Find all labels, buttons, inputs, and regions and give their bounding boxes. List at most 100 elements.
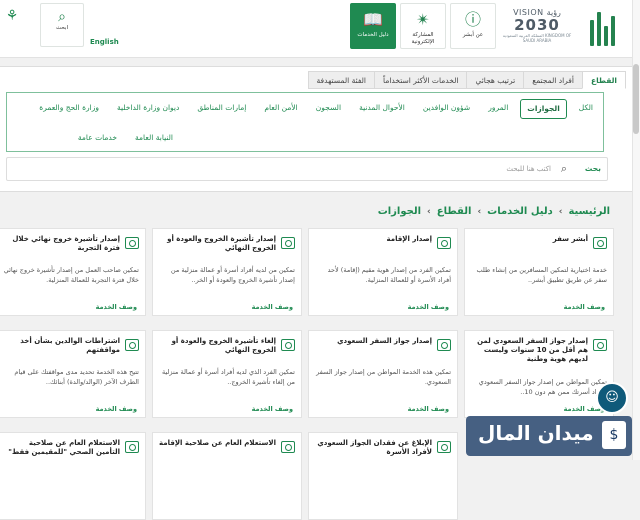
- card-description: تمكين المواطن من إصدار جواز السفر السعود…: [478, 378, 607, 396]
- ministry-emblem-icon: ⚘: [5, 8, 19, 24]
- card-title: الإبلاغ عن فقدان الجواز السعودي لأفراد ا…: [317, 439, 432, 456]
- services-filter-panel: القطاع أفراد المجتمع ترتيب هجائي الخدمات…: [0, 66, 632, 192]
- card-title: الاستعلام العام عن صلاحية التأمين الصحي …: [8, 439, 120, 456]
- filter-public-security[interactable]: الأمن العام: [258, 99, 303, 119]
- service-description-link[interactable]: وصف الخدمة: [96, 405, 137, 413]
- service-icon: [281, 339, 295, 351]
- filter-passports[interactable]: الجوازات: [520, 99, 567, 119]
- service-description-link[interactable]: وصف الخدمة: [252, 405, 293, 413]
- absher-logo[interactable]: [584, 8, 620, 46]
- card-title: إلغاء تأشيرة الخروج والعودة أو الخروج ال…: [171, 337, 276, 354]
- search-input[interactable]: [51, 161, 551, 177]
- breadcrumb-passports: الجوازات: [377, 206, 422, 217]
- filter-prisons[interactable]: السجون: [310, 99, 347, 119]
- service-card[interactable]: إصدار تأشيرة الخروج والعودة أو الخروج ال…: [152, 228, 302, 316]
- card-title: إصدار تأشيرة الخروج والعودة أو الخروج ال…: [167, 235, 276, 252]
- breadcrumb-separator-icon: ‹: [477, 206, 482, 217]
- card-header: أبشر سفر: [471, 235, 607, 261]
- breadcrumb-home[interactable]: الرئيسية: [568, 206, 610, 217]
- service-card[interactable]: إصدار جواز السفر السعودي تمكين هذه الخدم…: [308, 330, 458, 418]
- e-participation-button[interactable]: ✴ المشاركة الإلكترونية: [400, 3, 446, 49]
- filter-public-prosecution[interactable]: النيابة العامة: [129, 129, 179, 147]
- filter-regional-emirates[interactable]: إمارات المناطق: [191, 99, 252, 119]
- e-participation-label: المشاركة الإلكترونية: [411, 32, 435, 45]
- filter-all[interactable]: الكل: [573, 99, 599, 119]
- service-icon: [593, 237, 607, 249]
- breadcrumb-sector[interactable]: القطاع: [437, 206, 472, 217]
- tab-sector[interactable]: القطاع: [581, 71, 626, 89]
- header-search-label: ابحث: [55, 25, 68, 31]
- breadcrumb-services-guide[interactable]: دليل الخدمات: [487, 206, 553, 217]
- services-guide-button[interactable]: 📖 دليل الخدمات: [350, 3, 396, 49]
- filter-expatriates[interactable]: شؤون الوافدين: [417, 99, 476, 119]
- tab-most-used[interactable]: الخدمات الأكثر استخداماً: [374, 71, 468, 89]
- service-description-link[interactable]: وصف الخدمة: [408, 303, 449, 311]
- card-header: إلغاء تأشيرة الخروج والعودة أو الخروج ال…: [159, 337, 295, 363]
- tab-alphabetical[interactable]: ترتيب هجائي: [466, 71, 525, 89]
- filter-hajj-ministry[interactable]: وزارة الحج والعمرة: [33, 99, 105, 119]
- service-card[interactable]: الاستعلام العام عن صلاحية الإقامة: [152, 432, 302, 520]
- card-title: إصدار جواز السفر السعودي لمن هم أقل من 1…: [477, 337, 588, 363]
- card-title: أبشر سفر: [552, 235, 588, 243]
- about-absher-button[interactable]: ⓘ عن أبشر: [450, 3, 496, 49]
- service-description-link[interactable]: وصف الخدمة: [564, 303, 605, 311]
- service-icon: [593, 339, 607, 351]
- assistant-chat-button[interactable]: ☺: [596, 382, 628, 414]
- service-icon: [281, 441, 295, 453]
- service-icon: [281, 237, 295, 249]
- service-icon: [125, 339, 139, 351]
- card-description: تمكين هذه الخدمة المواطن من إصدار جواز ا…: [316, 368, 451, 386]
- service-card[interactable]: إلغاء تأشيرة الخروج والعودة أو الخروج ال…: [152, 330, 302, 418]
- card-header: الإبلاغ عن فقدان الجواز السعودي لأفراد ا…: [315, 439, 451, 465]
- card-title: إصدار تأشيرة خروج نهائي خلال فترة التجرب…: [12, 235, 120, 252]
- card-header: إصدار تأشيرة خروج نهائي خلال فترة التجرب…: [3, 235, 139, 261]
- services-guide-label: دليل الخدمات: [357, 32, 389, 38]
- card-title: الاستعلام العام عن صلاحية الإقامة: [159, 439, 276, 447]
- service-card[interactable]: إصدار الإقامة تمكين الفرد من إصدار هوية …: [308, 228, 458, 316]
- service-icon: [125, 441, 139, 453]
- tab-community-members[interactable]: أفراد المجتمع: [523, 71, 583, 89]
- vision-subtitle: المملكة العربية السعودية KINGDOM OF SAUD…: [502, 33, 572, 43]
- breadcrumb-separator-icon: ‹: [427, 206, 431, 217]
- search-label: بحث: [584, 164, 601, 173]
- participation-icon: ✴: [416, 10, 430, 29]
- search-icon: ⌕: [58, 9, 66, 25]
- about-absher-label: عن أبشر: [462, 32, 484, 38]
- service-card[interactable]: اشتراطات الوالدين بشأن أخذ مواقفتهم تتيح…: [0, 330, 146, 418]
- card-description: تمكين من لديه أفراد أسرة أو عمالة منزلية…: [170, 266, 295, 284]
- card-description: تمكين الفرد من إصدار هوية مقيم (إقامة) ل…: [327, 266, 451, 284]
- service-card[interactable]: إصدار جواز السفر السعودي لمن هم أقل من 1…: [464, 330, 614, 418]
- card-title: إصدار الإقامة: [386, 235, 432, 243]
- chat-icon: ☺: [605, 390, 619, 405]
- service-icon: [125, 237, 139, 249]
- service-description-link[interactable]: وصف الخدمة: [96, 303, 137, 311]
- header-search-button[interactable]: ⌕ ابحث: [40, 3, 84, 47]
- service-description-link[interactable]: وصف الخدمة: [408, 405, 449, 413]
- vision-year: 2030: [514, 16, 560, 34]
- search-icon: ⌕: [560, 162, 567, 175]
- filter-traffic[interactable]: المرور: [482, 99, 514, 119]
- service-card[interactable]: أبشر سفر خدمة اختيارية لتمكين المسافرين …: [464, 228, 614, 316]
- scrollbar-thumb[interactable]: [633, 64, 639, 134]
- card-title: إصدار جواز السفر السعودي: [337, 337, 432, 345]
- tab-target-group[interactable]: الفئة المستهدفة: [307, 71, 376, 89]
- search-bar: بحث ⌕: [6, 157, 608, 181]
- card-header: إصدار جواز السفر السعودي: [315, 337, 451, 363]
- filter-interior-ministry[interactable]: ديوان وزارة الداخلية: [111, 99, 185, 119]
- top-header: VISION رؤية 2030 المملكة العربية السعودي…: [0, 0, 632, 58]
- card-description: تتيح هذه الخدمة تحديد مدى مواقفتك على قي…: [14, 368, 139, 386]
- page-scrollbar[interactable]: [632, 0, 640, 460]
- card-header: إصدار تأشيرة الخروج والعودة أو الخروج ال…: [159, 235, 295, 261]
- service-card[interactable]: إصدار تأشيرة خروج نهائي خلال فترة التجرب…: [0, 228, 146, 316]
- card-header: الاستعلام العام عن صلاحية التأمين الصحي …: [3, 439, 139, 465]
- service-card[interactable]: الاستعلام العام عن صلاحية التأمين الصحي …: [0, 432, 146, 520]
- service-card[interactable]: الإبلاغ عن فقدان الجواز السعودي لأفراد ا…: [308, 432, 458, 520]
- service-description-link[interactable]: وصف الخدمة: [252, 303, 293, 311]
- filter-general-services[interactable]: خدمات عامة: [72, 129, 123, 147]
- service-icon: [437, 237, 451, 249]
- filter-civil-affairs[interactable]: الأحوال المدنية: [353, 99, 411, 119]
- watermark-logo-icon: $: [602, 421, 626, 449]
- english-link[interactable]: English: [90, 38, 119, 46]
- vision-2030-logo: VISION رؤية 2030 المملكة العربية السعودي…: [502, 8, 572, 50]
- card-header: اشتراطات الوالدين بشأن أخذ مواقفتهم: [3, 337, 139, 363]
